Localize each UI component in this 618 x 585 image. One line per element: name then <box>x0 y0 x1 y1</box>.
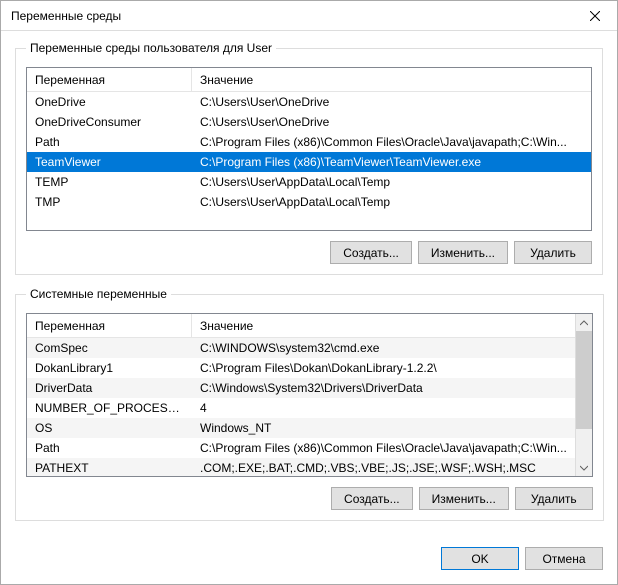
ok-button[interactable]: OK <box>441 547 519 570</box>
table-row[interactable]: OneDriveConsumerC:\Users\User\OneDrive <box>27 112 591 132</box>
cell-value: C:\Users\User\AppData\Local\Temp <box>192 173 591 191</box>
table-row[interactable]: PATHEXT.COM;.EXE;.BAT;.CMD;.VBS;.VBE;.JS… <box>27 458 575 476</box>
table-row[interactable]: TEMPC:\Users\User\AppData\Local\Temp <box>27 172 591 192</box>
titlebar: Переменные среды <box>1 1 617 31</box>
cell-value: C:\Program Files\Dokan\DokanLibrary-1.2.… <box>192 359 575 377</box>
system-vars-body: ComSpecC:\WINDOWS\system32\cmd.exeDokanL… <box>27 338 575 476</box>
table-row[interactable]: ComSpecC:\WINDOWS\system32\cmd.exe <box>27 338 575 358</box>
user-vars-buttons: Создать... Изменить... Удалить <box>26 241 592 264</box>
user-vars-header: Переменная Значение <box>27 68 591 92</box>
cell-value: C:\WINDOWS\system32\cmd.exe <box>192 339 575 357</box>
system-new-button[interactable]: Создать... <box>331 487 413 510</box>
scroll-thumb[interactable] <box>576 331 593 429</box>
col-header-name[interactable]: Переменная <box>27 68 192 91</box>
table-row[interactable]: TeamViewerC:\Program Files (x86)\TeamVie… <box>27 152 591 172</box>
cell-name: DriverData <box>27 379 192 397</box>
table-row[interactable]: DriverDataC:\Windows\System32\Drivers\Dr… <box>27 378 575 398</box>
chevron-down-icon <box>580 464 588 472</box>
scrollbar[interactable] <box>575 314 592 476</box>
scroll-down-button[interactable] <box>576 459 592 476</box>
cell-name: OneDriveConsumer <box>27 113 192 131</box>
cancel-button[interactable]: Отмена <box>525 547 603 570</box>
close-button[interactable] <box>572 1 617 31</box>
cell-name: TEMP <box>27 173 192 191</box>
cell-name: Path <box>27 133 192 151</box>
cell-name: OneDrive <box>27 93 192 111</box>
table-row[interactable]: PathC:\Program Files (x86)\Common Files\… <box>27 438 575 458</box>
cell-name: DokanLibrary1 <box>27 359 192 377</box>
cell-name: TMP <box>27 193 192 211</box>
system-vars-buttons: Создать... Изменить... Удалить <box>26 487 593 510</box>
cell-value: C:\Users\User\OneDrive <box>192 93 591 111</box>
env-vars-dialog: Переменные среды Переменные среды пользо… <box>0 0 618 585</box>
cell-value: C:\Windows\System32\Drivers\DriverData <box>192 379 575 397</box>
user-delete-button[interactable]: Удалить <box>514 241 592 264</box>
cell-value: C:\Users\User\OneDrive <box>192 113 591 131</box>
col-header-name[interactable]: Переменная <box>27 314 192 337</box>
dialog-content: Переменные среды пользователя для User П… <box>1 31 617 539</box>
user-new-button[interactable]: Создать... <box>330 241 412 264</box>
cell-name: TeamViewer <box>27 153 192 171</box>
system-edit-button[interactable]: Изменить... <box>419 487 509 510</box>
col-header-value[interactable]: Значение <box>192 68 591 91</box>
user-vars-group: Переменные среды пользователя для User П… <box>15 41 603 275</box>
cell-value: C:\Program Files (x86)\Common Files\Orac… <box>192 133 591 151</box>
window-title: Переменные среды <box>11 9 572 23</box>
user-vars-legend: Переменные среды пользователя для User <box>26 41 276 55</box>
user-vars-body: OneDriveC:\Users\User\OneDriveOneDriveCo… <box>27 92 591 231</box>
cell-value: .COM;.EXE;.BAT;.CMD;.VBS;.VBE;.JS;.JSE;.… <box>192 459 575 476</box>
cell-value: 4 <box>192 399 575 417</box>
scroll-up-button[interactable] <box>576 314 592 331</box>
cell-value: C:\Users\User\AppData\Local\Temp <box>192 193 591 211</box>
cell-value: C:\Program Files (x86)\Common Files\Orac… <box>192 439 575 457</box>
cell-name: NUMBER_OF_PROCESSORS <box>27 399 192 417</box>
col-header-value[interactable]: Значение <box>192 314 575 337</box>
system-vars-header: Переменная Значение <box>27 314 575 338</box>
dialog-footer: OK Отмена <box>1 539 617 584</box>
cell-value: C:\Program Files (x86)\TeamViewer\TeamVi… <box>192 153 591 171</box>
user-edit-button[interactable]: Изменить... <box>418 241 508 264</box>
chevron-up-icon <box>580 319 588 327</box>
system-delete-button[interactable]: Удалить <box>515 487 593 510</box>
table-row[interactable]: NUMBER_OF_PROCESSORS4 <box>27 398 575 418</box>
cell-name: ComSpec <box>27 339 192 357</box>
table-row[interactable]: DokanLibrary1C:\Program Files\Dokan\Doka… <box>27 358 575 378</box>
close-icon <box>590 11 600 21</box>
cell-name: PATHEXT <box>27 459 192 476</box>
cell-value: Windows_NT <box>192 419 575 437</box>
system-vars-legend: Системные переменные <box>26 287 171 301</box>
cell-name: OS <box>27 419 192 437</box>
table-row[interactable]: OneDriveC:\Users\User\OneDrive <box>27 92 591 112</box>
system-vars-group: Системные переменные Переменная Значение… <box>15 287 604 521</box>
user-vars-table[interactable]: Переменная Значение OneDriveC:\Users\Use… <box>26 67 592 231</box>
table-row[interactable]: PathC:\Program Files (x86)\Common Files\… <box>27 132 591 152</box>
system-vars-table[interactable]: Переменная Значение ComSpecC:\WINDOWS\sy… <box>26 313 593 477</box>
cell-name: Path <box>27 439 192 457</box>
table-row[interactable]: TMPC:\Users\User\AppData\Local\Temp <box>27 192 591 212</box>
table-row[interactable]: OSWindows_NT <box>27 418 575 438</box>
